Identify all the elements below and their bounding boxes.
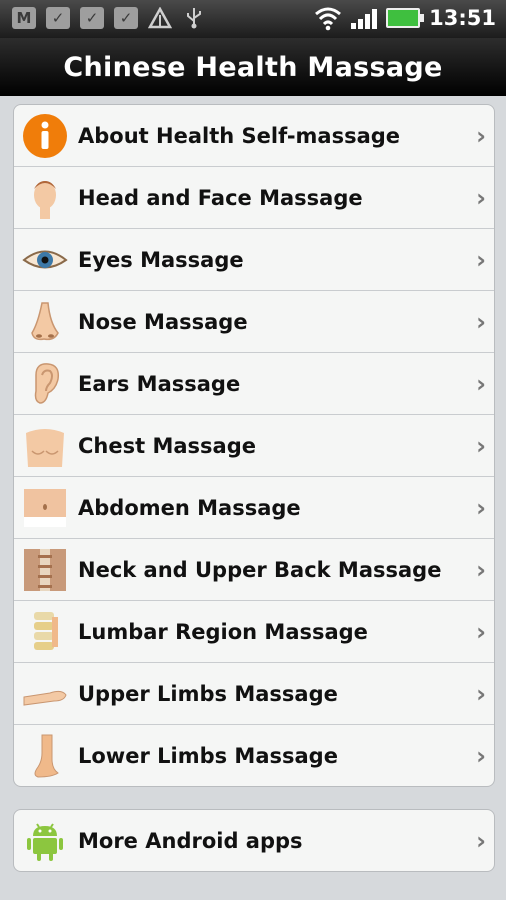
menu-item-label: Nose Massage bbox=[78, 309, 248, 334]
menu-item-label: Lower Limbs Massage bbox=[78, 743, 338, 768]
menu-item-about[interactable]: About Health Self-massage › bbox=[14, 105, 494, 167]
info-icon bbox=[22, 113, 68, 159]
ear-icon bbox=[22, 361, 68, 407]
chevron-right-icon: › bbox=[476, 431, 486, 460]
neck-back-icon bbox=[22, 547, 68, 593]
chevron-right-icon: › bbox=[476, 121, 486, 150]
wifi-icon bbox=[315, 7, 342, 31]
chevron-right-icon: › bbox=[476, 741, 486, 770]
chevron-right-icon: › bbox=[476, 493, 486, 522]
menu-item-lower-limbs[interactable]: Lower Limbs Massage › bbox=[14, 725, 494, 786]
menu-item-neck-back[interactable]: Neck and Upper Back Massage › bbox=[14, 539, 494, 601]
warning-icon bbox=[148, 7, 172, 29]
menu-item-label: Eyes Massage bbox=[78, 247, 244, 272]
menu-item-chest[interactable]: Chest Massage › bbox=[14, 415, 494, 477]
menu-item-lumbar[interactable]: Lumbar Region Massage › bbox=[14, 601, 494, 663]
menu-item-label: Upper Limbs Massage bbox=[78, 681, 338, 706]
more-apps-group: More Android apps › bbox=[13, 809, 495, 872]
chevron-right-icon: › bbox=[476, 826, 486, 855]
menu-item-eyes[interactable]: Eyes Massage › bbox=[14, 229, 494, 291]
menu-item-ears[interactable]: Ears Massage › bbox=[14, 353, 494, 415]
menu-item-label: Ears Massage bbox=[78, 371, 241, 396]
menu-item-abdomen[interactable]: Abdomen Massage › bbox=[14, 477, 494, 539]
status-bar: M ✓ ✓ ✓ 13:51 bbox=[0, 0, 506, 38]
chevron-right-icon: › bbox=[476, 183, 486, 212]
menu-item-head-face[interactable]: Head and Face Massage › bbox=[14, 167, 494, 229]
chevron-right-icon: › bbox=[476, 245, 486, 274]
chevron-right-icon: › bbox=[476, 369, 486, 398]
menu-item-label: Chest Massage bbox=[78, 433, 256, 458]
task-icon: ✓ bbox=[114, 7, 138, 29]
chevron-right-icon: › bbox=[476, 617, 486, 646]
upper-limb-icon bbox=[22, 671, 68, 717]
head-icon bbox=[22, 175, 68, 221]
page-title: Chinese Health Massage bbox=[63, 51, 443, 83]
chevron-right-icon: › bbox=[476, 555, 486, 584]
menu-item-label: Lumbar Region Massage bbox=[78, 619, 368, 644]
usb-icon bbox=[182, 7, 206, 29]
more-apps-item[interactable]: More Android apps › bbox=[14, 810, 494, 871]
menu-item-label: About Health Self-massage bbox=[78, 123, 401, 148]
menu-item-label: Neck and Upper Back Massage bbox=[78, 557, 442, 582]
more-apps-label: More Android apps bbox=[78, 828, 303, 853]
chevron-right-icon: › bbox=[476, 307, 486, 336]
battery-icon bbox=[386, 8, 425, 28]
menu-item-nose[interactable]: Nose Massage › bbox=[14, 291, 494, 353]
title-bar: Chinese Health Massage bbox=[0, 38, 506, 96]
chevron-right-icon: › bbox=[476, 679, 486, 708]
lumbar-icon bbox=[22, 609, 68, 655]
menu-item-upper-limbs[interactable]: Upper Limbs Massage › bbox=[14, 663, 494, 725]
abdomen-icon bbox=[22, 485, 68, 531]
lower-limb-icon bbox=[22, 733, 68, 779]
signal-icon bbox=[351, 7, 378, 29]
nose-icon bbox=[22, 299, 68, 345]
eye-icon bbox=[22, 237, 68, 283]
gmail-icon: M bbox=[12, 7, 36, 29]
task-icon: ✓ bbox=[80, 7, 104, 29]
clock: 13:51 bbox=[429, 6, 496, 30]
task-icon: ✓ bbox=[46, 7, 70, 29]
massage-menu: About Health Self-massage › Head and Fac… bbox=[13, 104, 495, 787]
menu-item-label: Head and Face Massage bbox=[78, 185, 363, 210]
menu-item-label: Abdomen Massage bbox=[78, 495, 301, 520]
android-icon bbox=[22, 818, 68, 864]
chest-icon bbox=[22, 423, 68, 469]
